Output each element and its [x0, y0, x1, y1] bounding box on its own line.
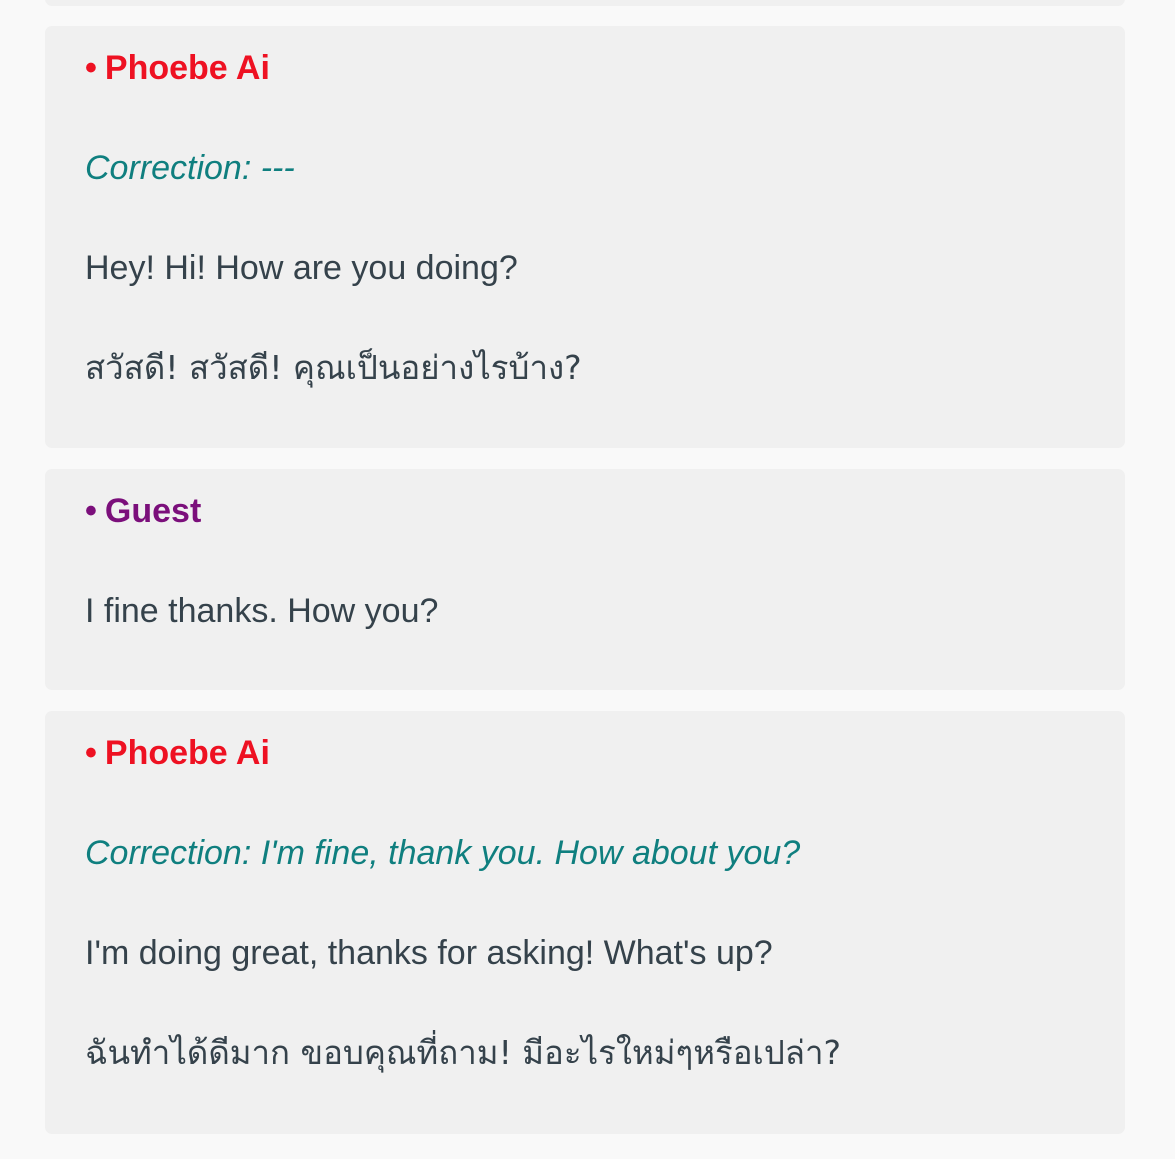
message-text-english: I fine thanks. How you? — [85, 592, 439, 630]
speaker-name: • Phoebe Ai — [85, 733, 270, 773]
speaker-name: • Phoebe Ai — [85, 48, 270, 88]
bullet-icon: • — [85, 49, 97, 87]
speaker-label: Phoebe Ai — [104, 49, 270, 87]
message-text-english: Hey! Hi! How are you doing? — [85, 249, 518, 287]
message-card-ai: • Phoebe Ai Correction: I'm fine, thank y… — [45, 711, 1125, 1134]
speaker-label: Phoebe Ai — [104, 734, 270, 772]
bullet-icon: • — [85, 492, 97, 530]
correction-text: Correction: I'm fine, thank you. How abo… — [85, 834, 801, 872]
message-text-thai: สวัสดี! สวัสดี! คุณเป็นอย่างไรบ้าง? — [85, 348, 582, 387]
message-text-thai: ฉันทำได้ดีมาก ขอบคุณที่ถาม! มีอะไรใหม่ๆห… — [85, 1033, 842, 1072]
message-card-guest: • Guest I fine thanks. How you? — [45, 469, 1125, 690]
speaker-name: • Guest — [85, 491, 201, 531]
message-text-english: I'm doing great, thanks for asking! What… — [85, 934, 773, 972]
message-card-ai: • Phoebe Ai Correction: --- Hey! Hi! How … — [45, 26, 1125, 448]
speaker-label: Guest — [104, 492, 202, 530]
chat-feed: • Phoebe Ai Correction: --- Hey! Hi! How … — [0, 0, 1175, 1159]
previous-message-card — [45, 0, 1125, 6]
correction-text: Correction: --- — [85, 149, 295, 187]
bullet-icon: • — [85, 734, 97, 772]
